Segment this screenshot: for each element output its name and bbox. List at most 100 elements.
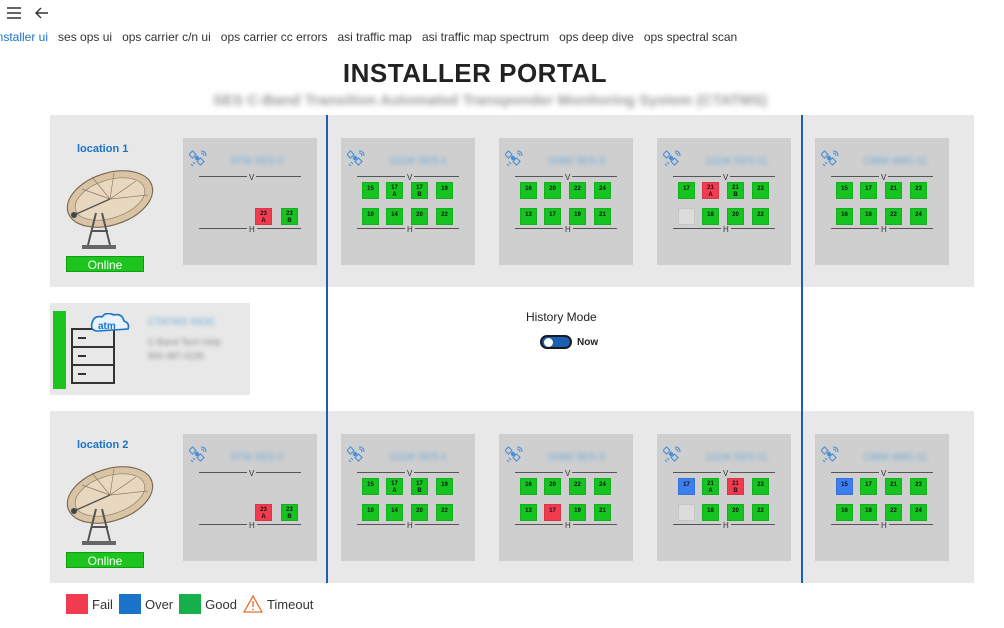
carrier-number: 24 (915, 212, 922, 218)
inoc-server-panel[interactable]: atm CTATMS INOC C-Band Tech Help 800-487… (50, 303, 250, 395)
carrier-number: 21 (599, 508, 606, 514)
tab-ops-spectral-scan[interactable]: ops spectral scan (644, 30, 737, 44)
carrier-cell[interactable]: 17 (678, 478, 695, 495)
carrier-cell[interactable]: 23 (910, 478, 927, 495)
carrier-cell[interactable]: 23 (752, 182, 769, 199)
carrier-cell[interactable]: 20 (544, 478, 561, 495)
carrier-cell[interactable]: 22 (569, 182, 586, 199)
carrier-cell[interactable]: 17 B (411, 478, 428, 495)
satellite-card[interactable]: 103W SES-3 V H 16 20 22 24 13 17 19 21 (499, 434, 633, 561)
carrier-cell[interactable]: 13 (520, 208, 537, 225)
carrier-cell[interactable]: 10 (362, 504, 379, 521)
carrier-cell[interactable]: 20 (411, 208, 428, 225)
carrier-cell[interactable] (678, 504, 695, 521)
carrier-cell[interactable]: 19 (569, 208, 586, 225)
tab-ops-carrier-c-n-ui[interactable]: ops carrier c/n ui (122, 30, 211, 44)
tab-ops-deep-dive[interactable]: ops deep dive (559, 30, 634, 44)
carrier-number: 23 (915, 482, 922, 488)
carrier-cell[interactable]: 15 (362, 478, 379, 495)
carrier-cell[interactable]: 16 (836, 208, 853, 225)
carrier-cell[interactable]: 18 (860, 504, 877, 521)
carrier-cell[interactable]: 21 B (727, 478, 744, 495)
carrier-cell[interactable]: 10 (362, 208, 379, 225)
carrier-cell[interactable]: 19 (436, 478, 453, 495)
tab-asi-traffic-map-spectrum[interactable]: asi traffic map spectrum (422, 30, 549, 44)
carrier-cell[interactable]: 14 (386, 208, 403, 225)
tab-asi-traffic-map[interactable]: asi traffic map (337, 30, 411, 44)
carrier-cell[interactable]: 20 (411, 504, 428, 521)
carrier-cell[interactable]: 19 (569, 504, 586, 521)
satellite-card[interactable]: 87W SES-2 V H 23 A 23 B (183, 434, 317, 561)
carrier-cell[interactable]: 17 A (386, 182, 403, 199)
carrier-cell[interactable]: 18 (702, 504, 719, 521)
carrier-cell[interactable]: 23 A (255, 208, 272, 225)
carrier-cell[interactable]: 22 (436, 504, 453, 521)
satellite-icon (504, 150, 523, 168)
carrier-cell[interactable]: 20 (544, 182, 561, 199)
satellite-card[interactable]: 131W SES-11 V H 17 21 A 21 B 23 18 20 22 (657, 138, 791, 265)
satellite-card[interactable]: 87W SES-2 V H 23 A 23 B (183, 138, 317, 265)
carrier-cell[interactable]: 17 (544, 504, 561, 521)
carrier-cell[interactable]: 21 (594, 504, 611, 521)
carrier-cell[interactable]: 22 (885, 504, 902, 521)
carrier-suffix: B (733, 192, 738, 198)
carrier-cell[interactable]: 21 (885, 478, 902, 495)
carrier-cell[interactable]: 23 B (281, 208, 298, 225)
carrier-cell[interactable]: 21 (885, 182, 902, 199)
satellite-card[interactable]: 131W SES-11 V H 17 21 A 21 B 23 18 20 22 (657, 434, 791, 561)
satellite-card[interactable]: 139W AMC-11 V H 15 17 21 23 16 18 22 24 (815, 138, 949, 265)
carrier-cell[interactable]: 23 (910, 182, 927, 199)
carrier-cell[interactable]: 17 (860, 478, 877, 495)
carrier-cell[interactable]: 16 (836, 504, 853, 521)
carrier-cell[interactable]: 22 (885, 208, 902, 225)
satellite-card[interactable]: 139W AMC-11 V H 15 17 21 23 16 18 22 24 (815, 434, 949, 561)
carrier-cell[interactable]: 17 (678, 182, 695, 199)
carrier-cell[interactable]: 22 (569, 478, 586, 495)
carrier-cell[interactable]: 15 (836, 182, 853, 199)
carrier-cell[interactable]: 22 (752, 504, 769, 521)
carrier-cell[interactable]: 16 (520, 182, 537, 199)
satellite-card[interactable]: 101W SES-1 V H 15 17 A 17 B 19 10 14 20 22 (341, 434, 475, 561)
carrier-cell[interactable]: 17 B (411, 182, 428, 199)
tab-ops-carrier-cc-errors[interactable]: ops carrier cc errors (221, 30, 328, 44)
carrier-cell[interactable]: 15 (836, 478, 853, 495)
satellite-card[interactable]: 101W SES-1 V H 15 17 A 17 B 19 10 14 20 22 (341, 138, 475, 265)
satellite-name: 131W SES-11 (705, 156, 768, 167)
carrier-cell[interactable]: 20 (727, 504, 744, 521)
carrier-cell[interactable]: 21 A (702, 478, 719, 495)
carrier-cell[interactable]: 16 (520, 478, 537, 495)
carrier-cell[interactable]: 20 (727, 208, 744, 225)
carrier-cell[interactable]: 23 A (255, 504, 272, 521)
carrier-cell[interactable] (678, 208, 695, 225)
back-arrow-icon[interactable] (34, 5, 50, 21)
carrier-cell[interactable]: 23 B (281, 504, 298, 521)
carrier-cell[interactable]: 17 (544, 208, 561, 225)
carrier-cell[interactable]: 17 (860, 182, 877, 199)
carrier-cell[interactable]: 18 (702, 208, 719, 225)
carrier-number: 20 (416, 212, 423, 218)
carrier-cell[interactable]: 21 B (727, 182, 744, 199)
tab-ses-ops-ui[interactable]: ses ops ui (58, 30, 112, 44)
carrier-cell[interactable]: 24 (910, 208, 927, 225)
history-mode-toggle[interactable] (540, 335, 572, 349)
carrier-cell[interactable]: 13 (520, 504, 537, 521)
carrier-cell[interactable]: 21 A (702, 182, 719, 199)
carrier-cell[interactable]: 24 (594, 478, 611, 495)
carrier-cell[interactable]: 21 (594, 208, 611, 225)
hamburger-menu-icon[interactable] (6, 5, 22, 21)
carrier-cell[interactable]: 22 (436, 208, 453, 225)
carrier-cell[interactable]: 22 (752, 208, 769, 225)
carrier-cell[interactable]: 17 A (386, 478, 403, 495)
carrier-cell[interactable]: 19 (436, 182, 453, 199)
carrier-cell[interactable]: 15 (362, 182, 379, 199)
tab-installer-ui[interactable]: installer ui (0, 30, 48, 44)
v-pol-label: V (721, 469, 731, 478)
carrier-cell[interactable]: 24 (910, 504, 927, 521)
carrier-cell[interactable]: 24 (594, 182, 611, 199)
carrier-number: 22 (890, 508, 897, 514)
carrier-cell[interactable]: 23 (752, 478, 769, 495)
carrier-cell[interactable]: 14 (386, 504, 403, 521)
carrier-number: 20 (416, 508, 423, 514)
satellite-card[interactable]: 103W SES-3 V H 16 20 22 24 13 17 19 21 (499, 138, 633, 265)
carrier-cell[interactable]: 18 (860, 208, 877, 225)
